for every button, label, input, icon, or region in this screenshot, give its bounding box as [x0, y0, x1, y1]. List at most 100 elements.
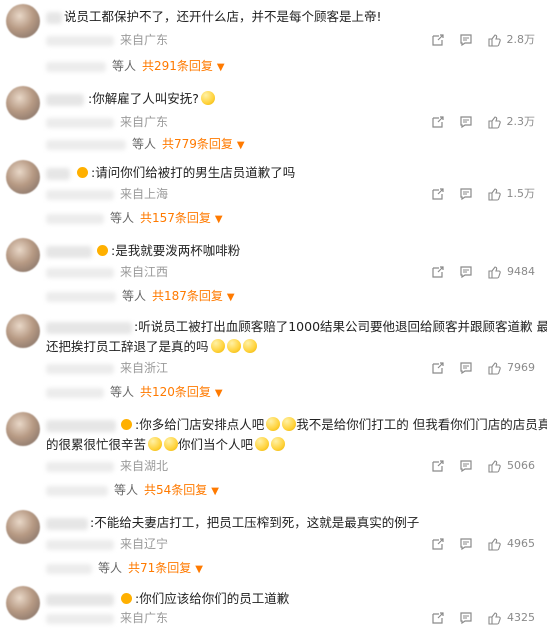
- emoji-icon: [210, 339, 225, 353]
- comment-actions: 7969: [431, 360, 535, 376]
- reply-summary[interactable]: 等人 共54条回复 ▼: [46, 482, 219, 498]
- chevron-down-icon[interactable]: ▼: [227, 292, 235, 303]
- username-blurred[interactable]: [46, 94, 84, 106]
- reply-summary[interactable]: 等人 共291条回复 ▼: [46, 58, 225, 74]
- like-button[interactable]: 2.8万: [487, 32, 535, 48]
- comment-text: :是我就要泼两杯咖啡粉: [94, 242, 535, 260]
- avatar[interactable]: [6, 510, 40, 544]
- chevron-down-icon[interactable]: ▼: [215, 214, 223, 225]
- comment-icon[interactable]: [459, 611, 473, 625]
- reply-count[interactable]: 共187条回复: [152, 289, 223, 303]
- like-count: 4325: [507, 611, 535, 624]
- chevron-down-icon[interactable]: ▼: [237, 140, 245, 151]
- username-blurred[interactable]: [46, 594, 114, 606]
- like-icon: [487, 187, 501, 201]
- comment-text-content: 你们当个人吧: [178, 437, 254, 452]
- comment-text-content: 我不是给你们打工的 但我看你们门店的店员真: [296, 417, 547, 432]
- reply-count[interactable]: 共54条回复: [144, 483, 207, 497]
- reply-summary[interactable]: 等人 共779条回复 ▼: [46, 136, 245, 152]
- reply-count[interactable]: 共120条回复: [140, 385, 211, 399]
- comment-text-content: 的很累很忙很辛苦: [46, 437, 147, 452]
- chevron-down-icon[interactable]: ▼: [217, 62, 225, 73]
- comment-icon[interactable]: [459, 459, 473, 473]
- avatar[interactable]: [6, 412, 40, 446]
- comment-icon[interactable]: [459, 265, 473, 279]
- share-icon[interactable]: [431, 115, 445, 129]
- reply-people: 等人: [110, 385, 135, 399]
- comment-text-content: :你们应该给你们的员工道歉: [135, 591, 290, 606]
- avatar[interactable]: [6, 86, 40, 120]
- share-icon[interactable]: [431, 459, 445, 473]
- verified-badge-icon: [121, 419, 132, 430]
- comment-text-content: :是我就要泼两杯咖啡粉: [111, 243, 241, 258]
- like-button[interactable]: 7969: [487, 360, 535, 376]
- timestamp-blurred: [46, 539, 114, 550]
- avatar[interactable]: [6, 160, 40, 194]
- like-button[interactable]: 4965: [487, 536, 535, 552]
- avatar[interactable]: [6, 238, 40, 272]
- reply-count[interactable]: 共779条回复: [162, 137, 233, 151]
- comment-text: :不能给夫妻店打工，把员工压榨到死，这就是最真实的例子: [90, 515, 420, 530]
- comment-meta: 来自湖北: [46, 458, 168, 474]
- reply-count[interactable]: 共291条回复: [142, 59, 213, 73]
- username-blurred[interactable]: [46, 322, 132, 334]
- comment-text: :请问你们给被打的男生店员道歉了吗: [74, 164, 535, 182]
- share-icon[interactable]: [431, 361, 445, 375]
- reply-count[interactable]: 共71条回复: [128, 561, 191, 575]
- like-icon: [487, 115, 501, 129]
- username-blurred[interactable]: [46, 12, 62, 24]
- like-icon: [487, 611, 501, 625]
- reply-count[interactable]: 共157条回复: [140, 211, 211, 225]
- comment-icon[interactable]: [459, 187, 473, 201]
- like-button[interactable]: 1.5万: [487, 186, 536, 202]
- location: 来自广东: [120, 611, 169, 625]
- like-button[interactable]: 5066: [487, 458, 535, 474]
- share-icon[interactable]: [431, 33, 445, 47]
- comment-icon[interactable]: [459, 361, 473, 375]
- reply-summary[interactable]: 等人 共187条回复 ▼: [46, 288, 235, 304]
- emoji-icon: [282, 417, 297, 431]
- comment-meta: 来自浙江: [46, 360, 168, 376]
- comment-text-line2: 还把挨打员工辞退了是真的吗: [46, 338, 535, 356]
- chevron-down-icon[interactable]: ▼: [211, 486, 219, 497]
- chevron-down-icon[interactable]: ▼: [215, 388, 223, 399]
- like-count: 1.5万: [506, 187, 536, 200]
- reply-people: 等人: [98, 561, 123, 575]
- avatar[interactable]: [6, 314, 40, 348]
- share-icon[interactable]: [431, 265, 445, 279]
- username-blurred[interactable]: [46, 420, 116, 432]
- comment-text-content: :请问你们给被打的男生店员道歉了吗: [91, 165, 296, 180]
- reply-people: 等人: [110, 211, 135, 225]
- reply-summary[interactable]: 等人 共120条回复 ▼: [46, 384, 223, 400]
- share-icon[interactable]: [431, 611, 445, 625]
- like-icon: [487, 459, 501, 473]
- comment-text-line2: 的很累很忙很辛苦 你们当个人吧: [46, 436, 535, 454]
- username-blurred[interactable]: [46, 246, 92, 258]
- username-blurred[interactable]: [46, 518, 88, 530]
- comment-text: 说员工都保护不了，还开什么店，并不是每个顾客是上帝!: [64, 9, 382, 24]
- reply-summary[interactable]: 等人 共157条回复 ▼: [46, 210, 223, 226]
- reply-summary[interactable]: 等人 共71条回复 ▼: [46, 560, 203, 576]
- comment-text-content: :你解雇了人叫安抚?: [88, 91, 199, 106]
- like-button[interactable]: 9484: [487, 264, 535, 280]
- avatar[interactable]: [6, 4, 40, 38]
- reply-people: 等人: [114, 483, 139, 497]
- verified-badge-icon: [77, 167, 88, 178]
- comment-icon[interactable]: [459, 33, 473, 47]
- location: 来自湖北: [120, 459, 169, 473]
- share-icon[interactable]: [431, 187, 445, 201]
- reply-users-blurred: [46, 563, 92, 574]
- username-blurred[interactable]: [46, 168, 70, 180]
- comment-icon[interactable]: [459, 537, 473, 551]
- comment-actions: 9484: [431, 264, 535, 280]
- timestamp-blurred: [46, 363, 114, 374]
- chevron-down-icon[interactable]: ▼: [195, 564, 203, 575]
- like-button[interactable]: 2.3万: [487, 114, 535, 130]
- share-icon[interactable]: [431, 537, 445, 551]
- avatar[interactable]: [6, 586, 40, 620]
- reply-people: 等人: [122, 289, 147, 303]
- comment-icon[interactable]: [459, 115, 473, 129]
- comment-meta: 来自广东: [46, 610, 168, 626]
- like-button[interactable]: 4325: [487, 610, 535, 626]
- reply-users-blurred: [46, 139, 126, 150]
